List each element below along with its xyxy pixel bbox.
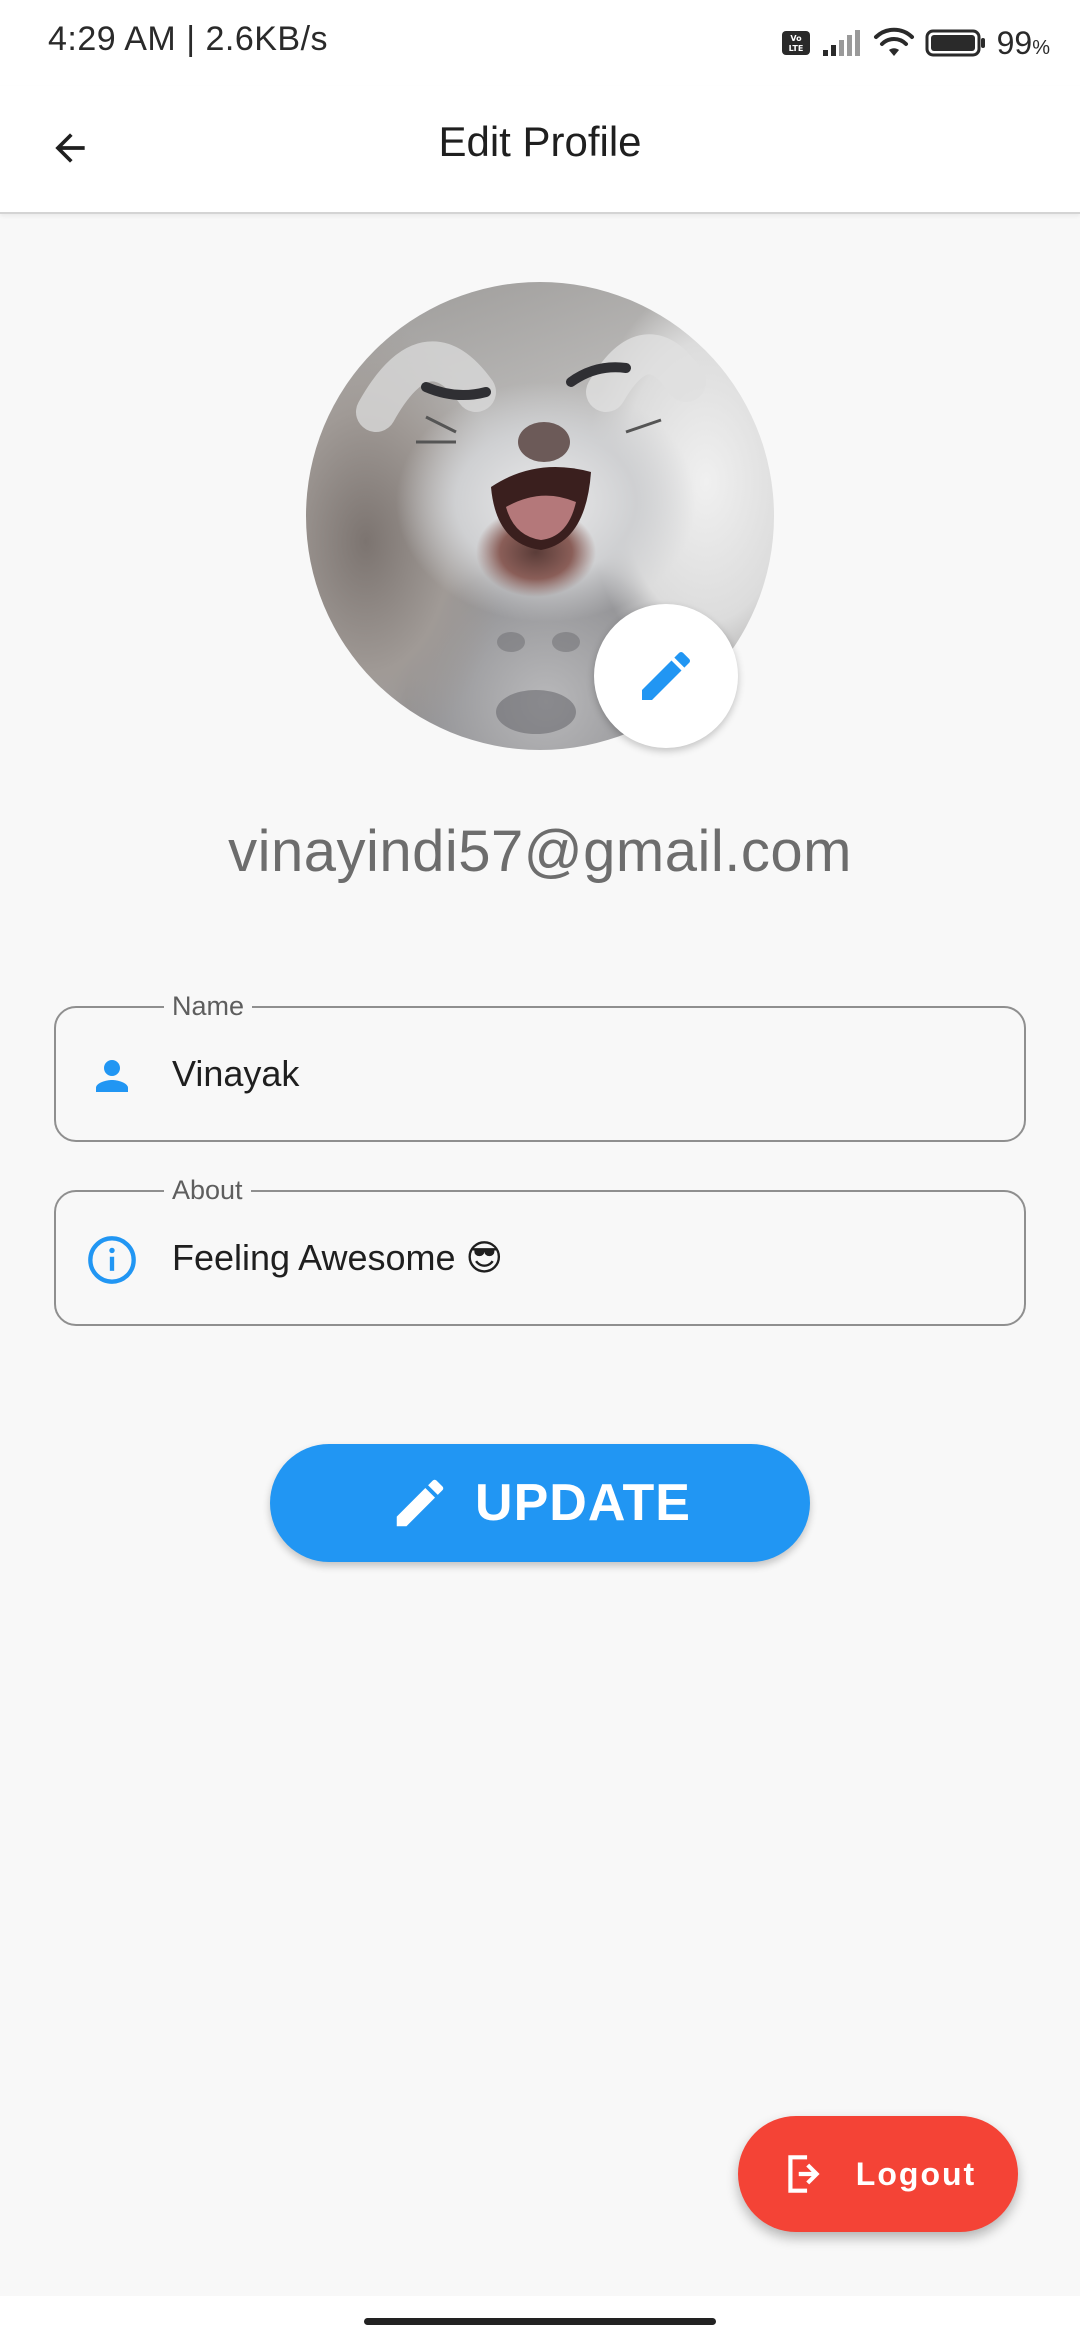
email-text: vinayindi57@gmail.com	[228, 819, 852, 884]
home-indicator[interactable]	[364, 2318, 716, 2325]
edit-avatar-button[interactable]	[594, 604, 738, 748]
status-time: 4:29 AM | 2.6KB/s	[48, 20, 329, 58]
volte-icon: Vo LTE	[781, 31, 810, 55]
logout-icon	[788, 2155, 820, 2193]
signal-icon	[822, 30, 860, 56]
battery-percentage: 99%	[997, 25, 1050, 62]
name-field[interactable]: Name Vinayak	[54, 990, 1026, 1142]
svg-text:LTE: LTE	[788, 44, 803, 53]
status-icons: Vo LTE 99%	[781, 18, 1050, 68]
svg-text:Vo: Vo	[790, 34, 802, 43]
logout-button[interactable]: Logout	[738, 2116, 1018, 2232]
battery-icon	[925, 29, 985, 57]
pencil-icon	[396, 1479, 444, 1527]
info-icon	[86, 1234, 138, 1286]
page-title: Edit Profile	[438, 118, 642, 165]
status-bar: 4:29 AM | 2.6KB/s Vo LTE 99%	[0, 0, 1080, 86]
about-field[interactable]: About Feeling Awesome 😎	[54, 1174, 1026, 1326]
update-button-label: UPDATE	[475, 1474, 691, 1532]
pencil-icon	[642, 651, 691, 700]
app-bar: Edit Profile	[0, 86, 1080, 214]
update-button[interactable]: UPDATE	[270, 1444, 810, 1562]
battery-unit-text: %	[1032, 36, 1050, 59]
name-input[interactable]: Vinayak	[172, 1008, 992, 1140]
battery-level-text: 99	[996, 24, 1033, 61]
person-icon	[86, 1050, 138, 1102]
logout-button-label: Logout	[855, 2155, 977, 2192]
about-input[interactable]: Feeling Awesome 😎	[172, 1192, 992, 1324]
wifi-icon	[873, 27, 914, 56]
